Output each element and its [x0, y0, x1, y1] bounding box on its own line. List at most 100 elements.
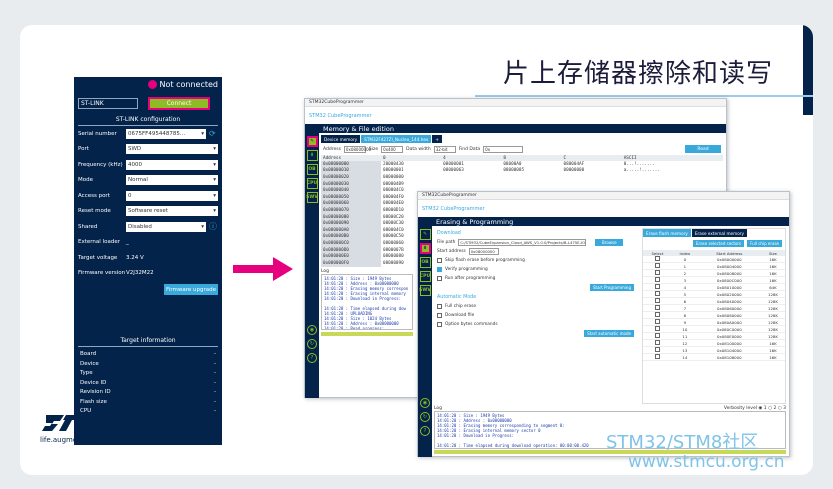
help-icon[interactable]: ?	[420, 426, 430, 436]
progress-bar	[321, 331, 413, 336]
sector-checkbox[interactable]	[654, 291, 660, 296]
start-automatic-mode-button[interactable]: Start automatic mode	[584, 330, 634, 337]
sector-checkbox[interactable]	[654, 319, 660, 324]
cpu-icon[interactable]: CPU	[419, 271, 431, 282]
target-info-header: Target information	[78, 337, 218, 347]
ob-icon[interactable]: OB	[419, 257, 431, 268]
slide-title: 片上存储器擦除和读写	[502, 59, 773, 89]
sector-checkbox[interactable]	[654, 305, 660, 310]
verbosity-radio[interactable]: ○ 2	[768, 406, 776, 411]
memory-tab[interactable]: Device memory	[321, 135, 361, 143]
sector-tab[interactable]: Erase external memory	[691, 229, 747, 237]
read-button[interactable]: Read	[685, 145, 721, 153]
cpu-icon[interactable]: CPU	[306, 178, 318, 189]
config-select[interactable]: 4000 ▾	[126, 159, 218, 170]
verbosity-radio[interactable]: ○ 3	[778, 406, 786, 411]
start-programming-button[interactable]: Start Programming	[589, 284, 634, 291]
address-input[interactable]: 0x08000000	[343, 145, 371, 153]
ob-icon[interactable]: OB	[306, 164, 318, 175]
help-icon[interactable]: ?	[307, 353, 317, 363]
sector-checkbox[interactable]	[654, 326, 660, 331]
table-cell: 00000000	[383, 174, 404, 180]
file-path-input[interactable]: C:/STM32/CubeExpansion_Cloud_AWS_V1.0.0/…	[458, 239, 587, 246]
sector-checkbox[interactable]	[654, 256, 660, 261]
table-cell: 20000430	[383, 161, 404, 167]
size-input[interactable]: 0x400	[381, 145, 404, 153]
target-info-row: CPU -	[80, 408, 216, 418]
plug-icon[interactable]: ↻	[307, 339, 317, 349]
checkbox[interactable]	[437, 267, 442, 272]
table-cell: 128K	[760, 297, 785, 305]
table-cell: 11	[671, 332, 698, 340]
full-chip-erase-button[interactable]: Full chip erase	[747, 240, 782, 247]
pencil-icon[interactable]: ✎	[306, 136, 318, 147]
config-select[interactable]: 0 ▾	[126, 190, 218, 201]
interface-select[interactable]: ST-LINK	[78, 97, 138, 109]
sector-tab[interactable]: Erase flash memory	[643, 229, 691, 237]
table-cell: 1	[671, 262, 698, 270]
sector-checkbox[interactable]	[654, 354, 660, 359]
title-accent-bar	[803, 25, 813, 115]
config-select[interactable]: 0675FF495448785... ▾	[126, 128, 206, 139]
watermark-line1: STM32/STM8社区	[606, 432, 759, 453]
table-cell: 080004B9	[383, 181, 404, 187]
sector-checkbox[interactable]	[654, 270, 660, 275]
sector-checkbox[interactable]	[654, 298, 660, 303]
window-titlebar: STM32CubeProgrammer	[305, 99, 726, 107]
config-row: Frequency (kHz) 4000 ▾	[74, 157, 222, 173]
swv-icon[interactable]: SWV	[306, 192, 318, 203]
memory-tab[interactable]: STM32F427ZI_Nucleo_144.hex	[361, 135, 432, 143]
checkbox[interactable]	[437, 322, 442, 327]
sector-checkbox[interactable]	[654, 333, 660, 338]
firmware-upgrade-button[interactable]: Firmware upgrade	[164, 284, 218, 295]
checkbox-row: Full chip erase	[434, 302, 638, 311]
config-select[interactable]: Disabled ▾	[126, 221, 206, 232]
target-icon[interactable]: ◉	[307, 325, 317, 335]
table-cell: 0x08080000	[697, 311, 761, 319]
start-address-input[interactable]: 0x08000000	[468, 248, 499, 255]
log-line: 14:01:20 : Erasing memory correspon	[324, 285, 409, 291]
table-cell: 6	[671, 297, 698, 305]
sector-checkbox[interactable]	[654, 277, 660, 282]
target-icon[interactable]: ◉	[420, 398, 430, 408]
download-icon[interactable]: ⬇	[419, 243, 431, 254]
table-cell: 0x08000090	[321, 220, 381, 227]
log-console: 14:01:20 : Size : 1949 Bytes 14:01:20 : A…	[321, 273, 413, 330]
checkbox[interactable]	[437, 313, 442, 318]
sector-checkbox[interactable]	[654, 312, 660, 317]
table-row: 0x08000010 08000001 08000063 08000085 000000…	[321, 167, 723, 175]
swv-icon[interactable]: SWV	[419, 285, 431, 296]
info-icon[interactable]: ⓘ	[209, 222, 218, 231]
sector-checkbox[interactable]	[654, 340, 660, 345]
plug-icon[interactable]: ↻	[420, 412, 430, 422]
chevron-down-icon: ▾	[213, 146, 216, 153]
table-row: 11 0x080E0000 128K	[643, 332, 785, 340]
connect-button[interactable]: Connect	[148, 96, 210, 110]
erase-selected-sectors-button[interactable]: Erase selected sectors	[693, 240, 745, 247]
pencil-icon[interactable]: ✎	[419, 229, 431, 240]
data-width-select[interactable]: 32-bit	[433, 145, 456, 153]
checkbox[interactable]	[437, 304, 442, 309]
find-data-input[interactable]: 0x	[483, 145, 524, 153]
table-cell: 0x08108000	[697, 353, 761, 361]
table-cell: 3	[671, 276, 698, 284]
config-select[interactable]: Normal ▾	[126, 175, 218, 186]
config-select[interactable]: Software reset ▾	[126, 206, 218, 217]
sector-checkbox[interactable]	[654, 347, 660, 352]
download-icon[interactable]: ⬇	[306, 150, 318, 161]
verbosity-value: 2	[773, 406, 777, 411]
table-cell: 080004AF	[563, 161, 585, 167]
sector-checkbox[interactable]	[654, 263, 660, 268]
connection-status: Not connected	[74, 77, 222, 91]
log-line: 14:01:20 : Erasing internal memory	[324, 290, 406, 296]
memory-tab[interactable]: +	[432, 135, 442, 143]
refresh-icon[interactable]: ⟳	[209, 129, 218, 138]
sector-checkbox[interactable]	[654, 284, 660, 289]
config-select[interactable]: SWD ▾	[126, 144, 218, 155]
config-row: Reset mode Software reset ▾	[74, 204, 222, 220]
checkbox[interactable]	[437, 258, 442, 263]
cubeprogrammer-logo: STM32 CubeProgrammer	[309, 112, 372, 119]
checkbox[interactable]	[437, 276, 442, 281]
verbosity-radio[interactable]: ◉ 1	[758, 406, 766, 411]
browse-button[interactable]: Browse	[595, 239, 624, 246]
